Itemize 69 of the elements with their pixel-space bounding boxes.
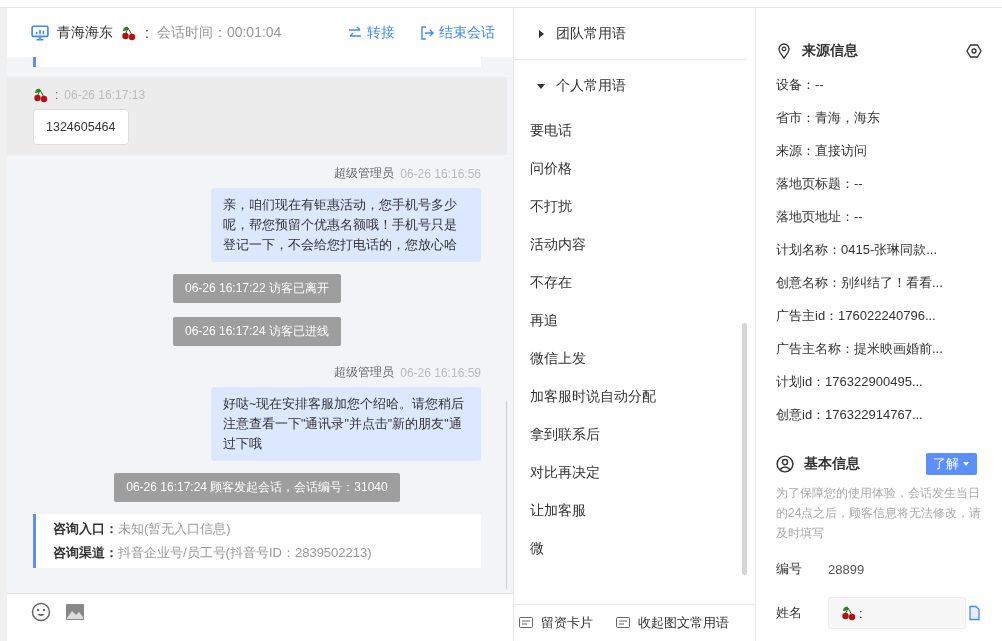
info-field: 创意名称：别纠结了！看看...: [776, 266, 982, 299]
tool-button[interactable]: 收起图文常用语: [615, 614, 729, 632]
name-input[interactable]: :: [828, 597, 966, 629]
user-circle-icon: [776, 455, 794, 473]
emoji-icon: [31, 602, 51, 622]
notice-text: 为了保障您的使用体验，会话发生当日的24点之后，顾客信息将无法修改，请及时填写: [776, 485, 982, 542]
phrase-group-header[interactable]: 团队常用语: [514, 8, 747, 60]
phrase-item[interactable]: 对比再决定: [514, 454, 755, 492]
caret-down-icon: [962, 460, 970, 468]
caret-down-icon: [536, 81, 546, 91]
phrase-item[interactable]: 问价格: [514, 150, 755, 188]
sender-name: 超级管理员: [334, 364, 395, 381]
message-bubble: 1324605464: [33, 109, 129, 145]
info-field: 广告主名称：提米映画婚前...: [776, 332, 982, 365]
phrase-item[interactable]: 微信上发: [514, 340, 755, 378]
info-field: 落地页标题：--: [776, 167, 982, 200]
phrase-item[interactable]: 微: [514, 530, 755, 568]
phrase-item[interactable]: 活动内容: [514, 226, 755, 264]
system-notice: 06-26 16:17:22 访客已离开: [172, 274, 342, 303]
message-bubble: 亲，咱们现在有钜惠活动，您手机号多少呢，帮您预留个优惠名额哦！手机号只是登记一下，不会给您打电话的，您放心哈: [211, 188, 481, 262]
phrase-group-header[interactable]: 个人常用语: [514, 68, 755, 104]
phrase-item[interactable]: 加客服时说自动分配: [514, 378, 755, 416]
info-field: 广告主id：176022240796...: [776, 299, 982, 332]
sender-name: 超级管理员: [334, 165, 395, 182]
visitor-name: :: [145, 24, 149, 41]
info-field: 计划id：176322900495...: [776, 365, 982, 398]
transfer-button[interactable]: 转接: [347, 23, 395, 42]
image-icon: [65, 602, 85, 622]
location-text: 青海海东: [57, 23, 113, 42]
phrase-item[interactable]: 拿到联系后: [514, 416, 755, 454]
section-title: 来源信息: [802, 42, 858, 60]
info-field: 落地页地址：--: [776, 200, 982, 233]
system-notice: 06-26 16:17:24 顾客发起会话，会话编号：31040: [114, 473, 400, 502]
info-field: 设备：--: [776, 68, 982, 101]
phrase-item[interactable]: 让加客服: [514, 492, 755, 530]
note-icon: [615, 615, 631, 631]
info-field: 创意id：176322914767...: [776, 398, 982, 431]
end-session-button[interactable]: 结束会话: [419, 23, 495, 42]
field-value: 28899: [828, 561, 865, 577]
system-notice: 06-26 16:17:24 访客已进线: [172, 317, 342, 346]
scrollbar[interactable]: [742, 323, 747, 575]
info-field: 来源：直接访问: [776, 134, 982, 167]
phrase-item[interactable]: 不存在: [514, 264, 755, 302]
exit-icon: [419, 24, 435, 41]
cherry-icon: [121, 24, 137, 41]
section-title: 基本信息: [804, 455, 860, 473]
location-pin-icon: [776, 43, 792, 59]
tool-button[interactable]: 留资卡片: [518, 614, 593, 632]
cherry-icon: [841, 605, 857, 621]
field-label: 编号: [776, 560, 803, 578]
message-bubble: 好哒~现在安排客服加您个绍哈。请您稍后注意查看一下"通讯录"并点击"新的朋友"通过下哦: [211, 387, 481, 461]
phrase-item[interactable]: 不打扰: [514, 188, 755, 226]
field-label: 姓名: [776, 604, 803, 622]
info-field: 省市：青海，海东: [776, 101, 982, 134]
hexagon-settings-icon: [966, 43, 982, 59]
source-row-text: 咨询入口：未知(暂无入口信息): [53, 520, 232, 538]
message-time: 06-26 16:16:56: [400, 166, 481, 181]
message-time: 06-26 16:16:59: [400, 365, 481, 380]
phrase-item[interactable]: 要电话: [514, 112, 755, 150]
copy-icon: [966, 605, 982, 621]
info-field: 计划名称：0415-张琳同款...: [776, 233, 982, 266]
sender-name: :: [55, 88, 59, 102]
cherry-icon: [33, 87, 49, 103]
session-duration: 会话时间：00:01:04: [156, 23, 282, 42]
caret-right-icon: [536, 28, 546, 39]
source-row-text: 咨询渠道：抖音企业号/员工号(抖音号ID：2839502213): [53, 544, 373, 562]
note-icon: [518, 615, 534, 631]
monitor-icon: [31, 23, 49, 42]
phrase-item[interactable]: 再追: [514, 302, 755, 340]
